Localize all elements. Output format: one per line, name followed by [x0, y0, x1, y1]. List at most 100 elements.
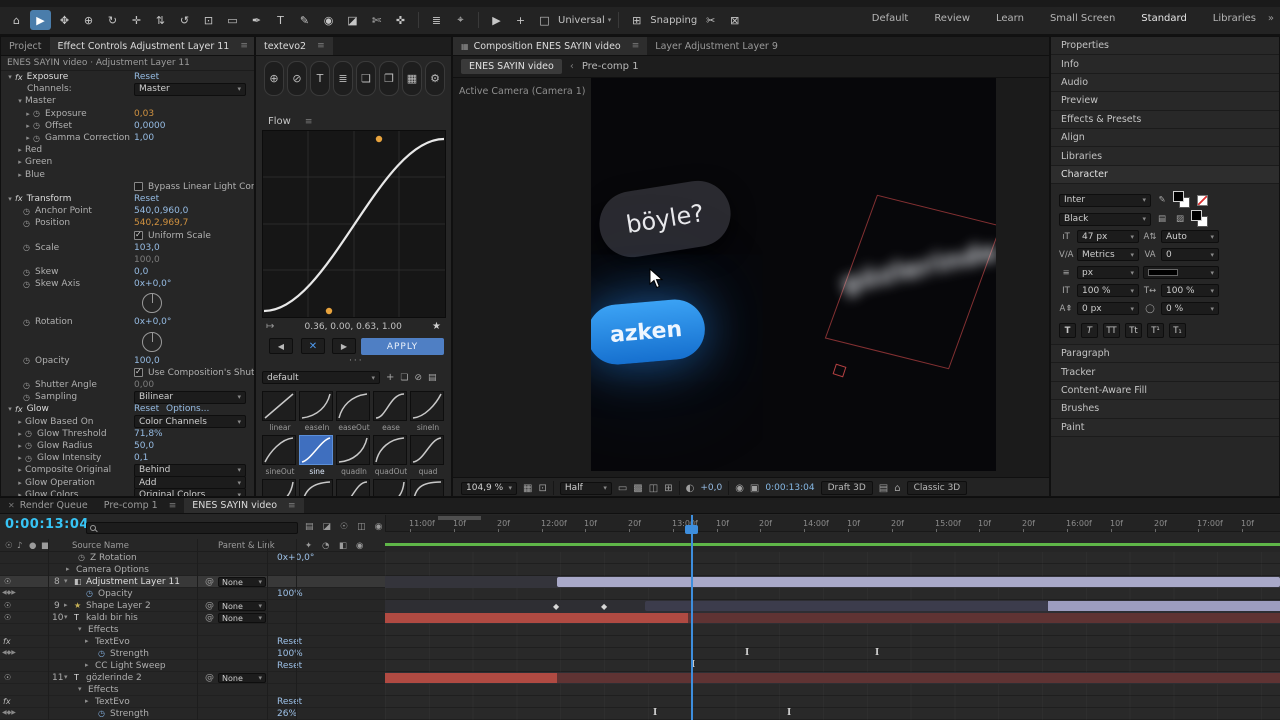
add-icon[interactable]: ⊕: [264, 61, 284, 96]
layer-bar-shape-layer-2-tail[interactable]: [1048, 601, 1280, 611]
expander-icon[interactable]: ▸: [85, 697, 89, 705]
stopwatch-icon[interactable]: ◷: [23, 393, 35, 402]
preset-dropdown[interactable]: default ▾: [262, 371, 380, 384]
roto-brush-tool-icon[interactable]: ✄: [366, 10, 387, 30]
bypass-checkbox[interactable]: [134, 182, 143, 192]
expander-icon[interactable]: ▸: [64, 601, 68, 609]
snapshot-camera-icon[interactable]: ◉: [735, 483, 744, 494]
glow-colors-dropdown[interactable]: Original Colors ▾: [134, 488, 246, 496]
grid-guides-icon[interactable]: ▦: [523, 483, 532, 494]
video-frame[interactable]: gözlerinde böyle? azken: [591, 78, 996, 471]
angle-dial[interactable]: [142, 293, 162, 314]
paste-icon[interactable]: ❐: [379, 61, 399, 96]
workspace-review[interactable]: Review: [934, 13, 970, 24]
stroke-style-icon[interactable]: ▤: [1155, 214, 1169, 224]
flowchart-icon[interactable]: ⌂: [894, 483, 900, 494]
property-value[interactable]: 0,0: [134, 267, 148, 277]
timeline-row-effects-1[interactable]: ▾ Effects: [0, 624, 385, 636]
expander-icon[interactable]: ▸: [15, 171, 25, 179]
reset-link[interactable]: Reset: [277, 637, 302, 647]
more-options-dots[interactable]: ···: [349, 356, 364, 366]
panel-paint[interactable]: Paint: [1051, 418, 1279, 437]
panel-content-aware-fill[interactable]: Content-Aware Fill: [1051, 381, 1279, 401]
selection-arrow-icon[interactable]: ▶: [486, 10, 507, 30]
property-value[interactable]: 540,0,960,0: [134, 206, 188, 216]
effect-header-exposure[interactable]: ▾ fx Exposure Reset: [1, 71, 254, 83]
list-icon[interactable]: ≣: [333, 61, 353, 96]
curve-sineout[interactable]: sineOut: [262, 435, 296, 476]
selection-tool-icon[interactable]: ▶: [30, 10, 51, 30]
goto-icon[interactable]: ↦: [266, 321, 274, 332]
fast-previews-button[interactable]: Draft 3D: [820, 481, 873, 495]
pen-tool-icon[interactable]: ✒: [246, 10, 267, 30]
flow-menu-icon[interactable]: ≡: [305, 117, 313, 127]
panel-libraries[interactable]: Libraries: [1051, 147, 1279, 166]
workspace-standard[interactable]: Standard: [1141, 13, 1187, 24]
tab-precomp-1[interactable]: Pre-comp 1 ≡: [96, 498, 184, 513]
eyedropper-icon[interactable]: ✎: [1155, 195, 1169, 205]
font-family-dropdown[interactable]: Inter ▾: [1059, 193, 1151, 207]
comp-mini-flowchart-icon[interactable]: ▤: [305, 522, 314, 532]
property-value[interactable]: 100,0: [134, 255, 160, 265]
expander-icon[interactable]: ▸: [66, 565, 70, 573]
close-icon[interactable]: ✕: [8, 501, 15, 510]
property-value[interactable]: 0x+0,0°: [134, 279, 171, 289]
curve-cubicout[interactable]: [299, 479, 333, 496]
group-row-blue[interactable]: ▸ Blue: [1, 169, 254, 181]
keyframe-marker[interactable]: I: [787, 708, 791, 718]
visibility-icon[interactable]: ☉: [4, 577, 11, 586]
timeline-row-cc-light-sweep[interactable]: ▸ CC Light Sweep Reset: [0, 660, 385, 672]
panel-info[interactable]: Info: [1051, 55, 1279, 74]
solo-column-icon[interactable]: ●: [29, 541, 36, 551]
reset-link[interactable]: Reset: [277, 697, 302, 707]
group-row-red[interactable]: ▸ Red: [1, 144, 254, 156]
property-value[interactable]: 26%: [277, 709, 297, 719]
panel-menu-icon[interactable]: ≡: [632, 41, 640, 51]
delete-icon[interactable]: ⊘: [287, 61, 307, 96]
property-value[interactable]: 1,00: [134, 133, 154, 143]
keyframe-nav-icons[interactable]: ◀◆▶: [2, 589, 16, 596]
curve-quartin[interactable]: [373, 479, 407, 496]
expander-icon[interactable]: ▸: [85, 637, 89, 645]
glow-based-on-dropdown[interactable]: Color Channels ▾: [134, 415, 246, 429]
timeline-row-gozlerinde-2[interactable]: ☉ 11 ▾ T gözlerinde 2 @ None ▾: [0, 672, 385, 684]
tracking-dropdown[interactable]: 0 ▾: [1161, 248, 1219, 261]
timeline-row-camera-options[interactable]: ▸ Camera Options: [0, 564, 385, 576]
tsume-dropdown[interactable]: 0 % ▾: [1161, 302, 1219, 315]
add-preset-icon[interactable]: +: [386, 372, 394, 383]
duplicate-icon[interactable]: ❏: [356, 61, 376, 96]
grid-icon[interactable]: ▦: [402, 61, 422, 96]
faux-bold-button[interactable]: T: [1059, 323, 1076, 338]
tab-render-queue[interactable]: ✕ Render Queue: [0, 498, 96, 513]
breadcrumb-parent-comp[interactable]: Pre-comp 1: [582, 61, 639, 72]
glow-operation-dropdown[interactable]: Add ▾: [134, 476, 246, 490]
uniform-scale-checkbox[interactable]: [134, 230, 143, 241]
fx-badge-icon[interactable]: fx: [3, 697, 11, 706]
prev-button[interactable]: ◀: [269, 338, 293, 354]
mask-visibility-icon[interactable]: ⊡: [538, 483, 546, 494]
bezier-values[interactable]: 0.36, 0.00, 0.63, 1.00: [274, 322, 432, 332]
parent-dropdown[interactable]: None ▾: [218, 577, 266, 587]
expander-icon[interactable]: ▸: [23, 110, 33, 118]
switches-column-icon[interactable]: ✦: [305, 541, 312, 551]
playhead-line[interactable]: [691, 515, 693, 720]
composite-original-dropdown[interactable]: Behind ▾: [134, 463, 246, 477]
hide-shy-icon[interactable]: ☉: [340, 522, 348, 532]
panel-character[interactable]: Character: [1051, 165, 1279, 185]
effects-column-icon[interactable]: ◧: [339, 541, 347, 551]
timeline-row-shape-layer-2[interactable]: ☉ 9 ▸ ★ Shape Layer 2 @ None ▾: [0, 600, 385, 612]
leading-dropdown[interactable]: Auto ▾: [1161, 230, 1219, 243]
effect-header-glow[interactable]: ▾ fx Glow Reset Options...: [1, 403, 254, 415]
zoom-tool-icon[interactable]: ⊕: [78, 10, 99, 30]
stopwatch-icon[interactable]: ◷: [98, 649, 105, 658]
expander-icon[interactable]: ▸: [23, 122, 33, 130]
layer-bar-kaldi-bir-his-head[interactable]: [385, 613, 688, 623]
expander-icon[interactable]: ▾: [78, 685, 82, 693]
view-layout-icon[interactable]: ⊞: [664, 483, 672, 494]
keyframe-diamond[interactable]: ◆: [601, 602, 607, 611]
snap-options-icon[interactable]: ✂: [700, 10, 721, 30]
current-timecode[interactable]: 0:00:13:04: [5, 517, 89, 532]
search-input[interactable]: [100, 523, 294, 533]
renderer-button[interactable]: Classic 3D: [906, 481, 968, 495]
video-column-icon[interactable]: ☉: [5, 541, 13, 551]
